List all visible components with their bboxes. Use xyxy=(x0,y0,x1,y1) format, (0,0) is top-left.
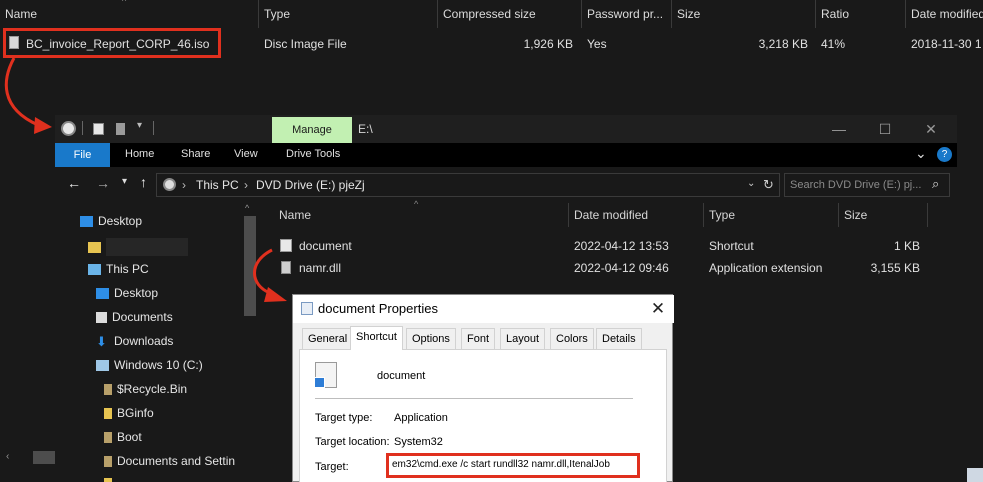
arrow-to-explorer xyxy=(4,57,39,127)
arrowhead xyxy=(34,117,52,134)
arrow-to-properties xyxy=(253,248,273,295)
tab-shortcut[interactable]: Shortcut xyxy=(350,326,403,350)
arrowhead xyxy=(264,287,287,302)
annotation-arrows xyxy=(4,57,287,302)
